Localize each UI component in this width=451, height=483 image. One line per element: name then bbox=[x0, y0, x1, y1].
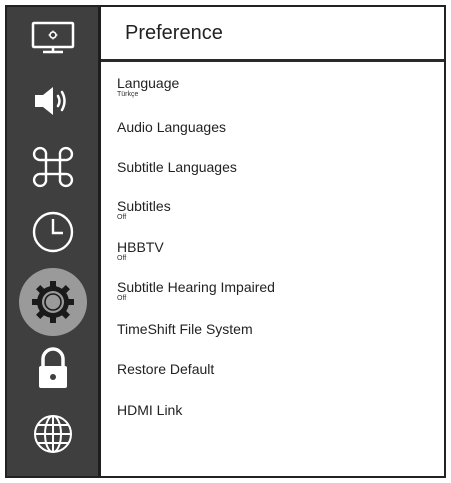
menu-item-label: HDMI Link bbox=[117, 402, 183, 418]
menu-item-value: Türkçe bbox=[117, 91, 139, 98]
menu-item-label: Subtitle Hearing Impaired bbox=[117, 279, 275, 295]
clock-icon bbox=[32, 211, 73, 253]
menu-item-label: Language bbox=[117, 75, 180, 91]
menu-item-subtitle-hearing-impaired[interactable]: Subtitle Hearing Impaired Off bbox=[117, 279, 275, 303]
menu-item-hdmi-link[interactable]: HDMI Link bbox=[117, 402, 182, 418]
menu-item-label: TimeShift File System bbox=[117, 321, 253, 337]
sidebar-item-network[interactable] bbox=[7, 405, 98, 463]
menu-item-value: Off bbox=[117, 255, 127, 262]
page-title: Preference bbox=[125, 21, 223, 44]
preference-panel: Preference Language Türkçe Audio Languag… bbox=[101, 7, 444, 476]
menu-item-label: Audio Languages bbox=[117, 119, 226, 135]
menu-item-label: HBBTV bbox=[117, 239, 164, 255]
gear-icon bbox=[31, 281, 74, 323]
settings-window: Preference Language Türkçe Audio Languag… bbox=[5, 5, 446, 478]
title-bar: Preference bbox=[101, 7, 444, 62]
sidebar-item-timer[interactable] bbox=[7, 203, 98, 261]
lock-icon bbox=[38, 347, 67, 388]
command-icon bbox=[32, 146, 73, 188]
menu-item-restore-default[interactable]: Restore Default bbox=[117, 361, 214, 377]
display-icon bbox=[31, 21, 74, 54]
sidebar-item-settings[interactable] bbox=[7, 267, 98, 337]
menu-item-label: Subtitles bbox=[117, 198, 171, 214]
sidebar-item-sound[interactable] bbox=[7, 72, 98, 130]
menu-item-label: Restore Default bbox=[117, 361, 215, 377]
speaker-icon bbox=[34, 87, 66, 115]
menu-item-subtitle-languages[interactable]: Subtitle Languages bbox=[117, 159, 237, 175]
sidebar bbox=[7, 7, 101, 476]
sidebar-item-features[interactable] bbox=[7, 138, 98, 196]
menu-item-hbbtv[interactable]: HBBTV Off bbox=[117, 239, 164, 263]
globe-icon bbox=[33, 415, 72, 453]
menu-item-label: Subtitle Languages bbox=[117, 159, 237, 175]
menu-item-language[interactable]: Language Türkçe bbox=[117, 75, 179, 99]
menu-item-audio-languages[interactable]: Audio Languages bbox=[117, 119, 226, 135]
menu-item-subtitles[interactable]: Subtitles Off bbox=[117, 198, 171, 222]
menu-item-value: Off bbox=[117, 295, 127, 302]
active-indicator bbox=[18, 268, 87, 336]
sidebar-item-parental[interactable] bbox=[7, 340, 98, 398]
sidebar-item-picture[interactable] bbox=[7, 9, 98, 67]
menu-item-value: Off bbox=[117, 214, 127, 221]
menu-item-timeshift-file-system[interactable]: TimeShift File System bbox=[117, 321, 253, 337]
